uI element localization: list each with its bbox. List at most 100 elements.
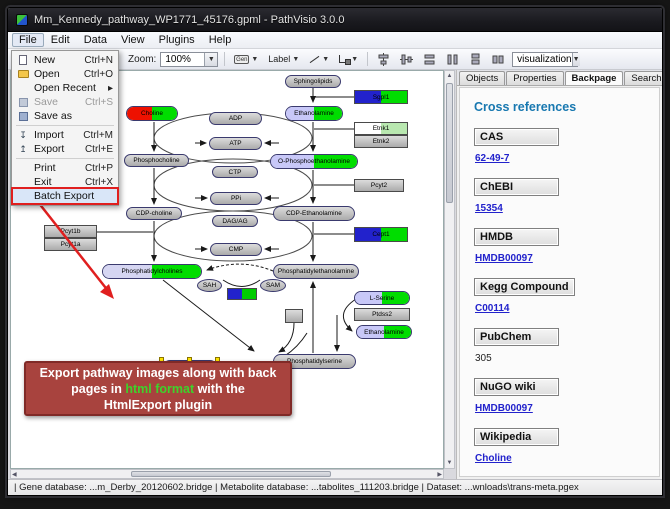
backpage-panel[interactable]: Cross references CAS62-49-7ChEBI15354HMD…	[459, 87, 660, 477]
xref-link[interactable]: 62-49-7	[475, 153, 659, 164]
file-menu-item-exit[interactable]: ExitCtrl+X	[13, 175, 117, 189]
menubar-item-data[interactable]: Data	[77, 33, 114, 47]
common-width-icon	[423, 53, 436, 66]
pathway-node-sgpl1[interactable]: Sgpl1	[354, 90, 408, 104]
pathway-node-choline[interactable]: Choline	[126, 106, 178, 121]
chevron-down-icon[interactable]: ▼	[251, 56, 258, 63]
scroll-right-icon[interactable]: ▶	[437, 471, 442, 479]
file-menu-item-new[interactable]: NewCtrl+N	[13, 53, 117, 67]
menubar-item-view[interactable]: View	[114, 33, 152, 47]
new-label-button[interactable]: Label ▼	[265, 51, 302, 68]
common-height-button[interactable]	[443, 51, 462, 68]
tab-backpage[interactable]: Backpage	[565, 71, 624, 85]
pathway-node-ethanolamine[interactable]: Ethanolamine	[285, 106, 343, 121]
pathway-node-etnk2[interactable]: Etnk2	[354, 135, 408, 148]
file-menu-item-open-recent[interactable]: Open Recent▸	[13, 81, 117, 95]
tab-objects[interactable]: Objects	[459, 71, 505, 85]
node-label: Phosphatidylcholines	[103, 265, 201, 278]
canvas-horizontal-scrollbar[interactable]: ◀ ▶	[10, 469, 444, 479]
pathway-node-phosphatidylethanolamine[interactable]: Phosphatidylethanolamine	[273, 264, 359, 279]
annotation-line2-post: with the	[194, 382, 245, 396]
chevron-down-icon[interactable]: ▼	[572, 53, 580, 66]
file-menu-item-batch-export[interactable]: Batch Export	[13, 189, 117, 203]
file-menu-item-import[interactable]: ↧ImportCtrl+M	[13, 128, 117, 142]
new-connector-button[interactable]: ▼	[336, 51, 361, 68]
pathway-node-pcyt1a[interactable]: Pcyt1a	[44, 238, 97, 251]
tab-properties[interactable]: Properties	[506, 71, 563, 85]
scroll-left-icon[interactable]: ◀	[12, 471, 17, 479]
visualization-combobox[interactable]: visualization ▼	[512, 52, 578, 67]
vscroll-thumb[interactable]	[446, 83, 453, 203]
xref-section-chebi: ChEBI15354	[474, 177, 659, 214]
canvas-vertical-scrollbar[interactable]: ▲ ▼	[444, 70, 455, 469]
pathway-node-adp[interactable]: ADP	[209, 112, 262, 125]
xref-link[interactable]: 15354	[475, 203, 659, 214]
file-menu-item-save[interactable]: SaveCtrl+S	[13, 95, 117, 109]
chevron-down-icon[interactable]: ▼	[351, 56, 358, 63]
file-menu-item-open[interactable]: OpenCtrl+O	[13, 67, 117, 81]
xref-link[interactable]: C00114	[475, 303, 659, 314]
pathway-node-dag-ag[interactable]: DAG/AG	[212, 215, 258, 227]
file-menu-item-label: Print	[34, 162, 56, 174]
pathway-node-pcyt1b[interactable]: Pcyt1b	[44, 225, 97, 238]
hscroll-thumb[interactable]	[131, 471, 331, 477]
pathway-node-o-phosphoethanolamine[interactable]: O-Phosphoethanolamine	[270, 154, 358, 169]
pathway-node-cmp[interactable]: CMP	[210, 243, 262, 256]
common-width-button[interactable]	[420, 51, 439, 68]
pathway-node[interactable]	[227, 288, 257, 300]
node-label: Sgpl1	[355, 91, 407, 103]
pathway-node-sphingolipids[interactable]: Sphingolipids	[285, 75, 341, 88]
file-menu-item-export[interactable]: ↥ExportCtrl+E	[13, 142, 117, 156]
file-menu-item-save-as[interactable]: Save as	[13, 109, 117, 123]
pathway-node-ppi[interactable]: PPi	[210, 192, 262, 205]
pathway-node-l-serine[interactable]: L-Serine	[354, 291, 410, 305]
pathway-node-phosphocholine[interactable]: Phosphocholine	[124, 154, 189, 167]
tab-search[interactable]: Search	[624, 71, 663, 85]
side-panel: ObjectsPropertiesBackpageSearchLegend Cr…	[456, 70, 662, 479]
xref-header: Kegg Compound	[474, 278, 575, 296]
menubar-item-edit[interactable]: Edit	[44, 33, 77, 47]
menu-shortcut: Ctrl+S	[85, 97, 113, 108]
title-bar[interactable]: Mm_Kennedy_pathway_WP1771_45176.gpml - P…	[8, 8, 662, 32]
file-menu-item-print[interactable]: PrintCtrl+P	[13, 161, 117, 175]
pathway-node-ethanolamine[interactable]: Ethanolamine	[356, 325, 412, 339]
align-center-button[interactable]	[374, 51, 393, 68]
pathway-node-cdp-ethanolamine[interactable]: CDP-Ethanolamine	[273, 206, 355, 221]
label-button-text: Label	[268, 54, 290, 64]
menubar-item-plugins[interactable]: Plugins	[152, 33, 202, 47]
pathway-node-cept1[interactable]: Cept1	[354, 227, 408, 242]
pathway-node-etnk1[interactable]: Etnk1	[354, 122, 408, 135]
pathway-node-atp[interactable]: ATP	[209, 137, 262, 150]
xref-link[interactable]: HMDB00097	[475, 253, 659, 264]
pathway-node-phosphatidylcholines[interactable]: Phosphatidylcholines	[102, 264, 202, 279]
pathway-node[interactable]	[285, 309, 303, 323]
new-gene-button[interactable]: Gen ▼	[231, 51, 261, 68]
scroll-down-icon[interactable]: ▼	[445, 459, 454, 467]
status-text: | Gene database: ...m_Derby_20120602.bri…	[14, 482, 579, 493]
line-icon	[309, 54, 320, 65]
pathway-node-ptdss2[interactable]: Ptdss2	[354, 308, 410, 321]
xref-link[interactable]: HMDB00097	[475, 403, 659, 414]
menu-bar: FileEditDataViewPluginsHelp	[8, 32, 662, 49]
chevron-down-icon[interactable]: ▼	[292, 56, 299, 63]
pathway-node-sam[interactable]: SAM	[260, 279, 286, 292]
xref-link[interactable]: Choline	[475, 453, 659, 464]
pathway-node-cdp-choline[interactable]: CDP-choline	[126, 207, 182, 220]
file-menu-item-label: Import	[34, 129, 64, 141]
xref-header: Wikipedia	[474, 428, 559, 446]
gene-chip-icon: Gen	[234, 55, 249, 64]
pathway-node-sah[interactable]: SAH	[197, 279, 222, 292]
menubar-item-file[interactable]: File	[12, 33, 44, 47]
align-middle-button[interactable]	[397, 51, 416, 68]
pathway-node-ctp[interactable]: CTP	[212, 166, 258, 178]
chevron-down-icon[interactable]: ▼	[204, 53, 217, 66]
new-line-button[interactable]: ▼	[306, 51, 332, 68]
scroll-up-icon[interactable]: ▲	[445, 72, 454, 80]
stack-vertical-button[interactable]	[466, 51, 485, 68]
pathway-node-pcyt2[interactable]: Pcyt2	[354, 179, 404, 192]
save-as-icon	[16, 111, 30, 122]
chevron-down-icon[interactable]: ▼	[322, 56, 329, 63]
stack-horizontal-button[interactable]	[489, 51, 508, 68]
zoom-combobox[interactable]: 100% ▼	[160, 52, 218, 67]
menubar-item-help[interactable]: Help	[202, 33, 239, 47]
